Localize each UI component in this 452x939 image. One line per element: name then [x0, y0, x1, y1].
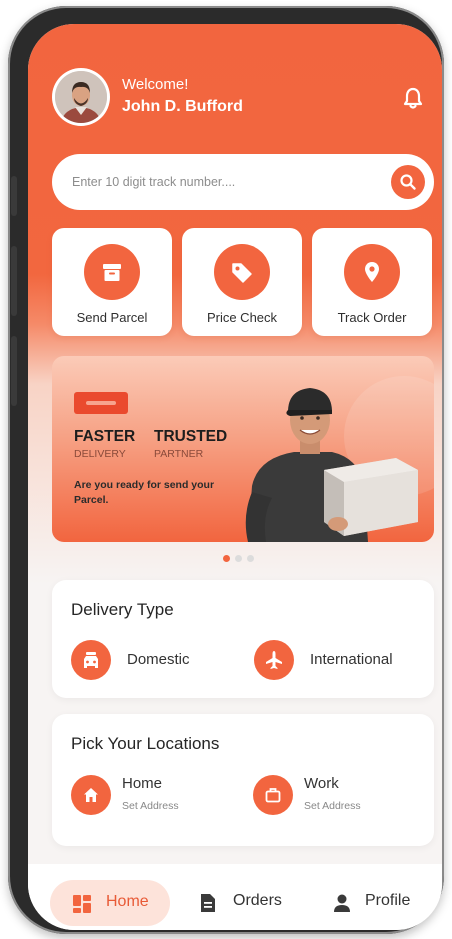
card-title: Pick Your Locations — [71, 734, 220, 753]
price-check-button[interactable]: Price Check — [182, 228, 302, 336]
nav-label: Orders — [233, 892, 282, 909]
track-search-bar[interactable]: Enter 10 digit track number.... — [52, 154, 434, 210]
option-label: Domestic — [127, 651, 190, 668]
option-label: Work — [304, 775, 339, 792]
briefcase-icon — [253, 775, 293, 815]
nav-label: Home — [106, 893, 149, 910]
bell-icon[interactable] — [402, 86, 424, 110]
carousel-dot-active[interactable] — [223, 555, 230, 562]
home-icon — [71, 775, 111, 815]
app-screen: Welcome! John D. Bufford Enter 10 digit … — [28, 24, 442, 930]
avatar[interactable] — [52, 68, 110, 126]
banner-headline: FASTER — [74, 428, 136, 445]
search-icon — [400, 174, 416, 190]
phone-frame: Welcome! John D. Bufford Enter 10 digit … — [8, 6, 444, 934]
plane-icon — [254, 640, 294, 680]
action-label: Send Parcel — [76, 310, 148, 325]
carousel-indicator[interactable] — [223, 555, 254, 562]
banner-text: Are you ready for send your Parcel. — [74, 479, 215, 506]
nav-label: Profile — [365, 892, 411, 909]
promo-badge — [74, 392, 128, 414]
banner-subtext: DELIVERY — [74, 448, 126, 460]
banner-headline: TRUSTED — [154, 428, 228, 445]
grid-icon — [73, 895, 91, 913]
user-icon — [334, 894, 350, 912]
box-icon — [84, 244, 140, 300]
document-icon — [201, 894, 215, 912]
banner-subtext: PARTNER — [154, 448, 204, 460]
track-order-button[interactable]: Track Order — [312, 228, 432, 336]
location-pin-icon — [344, 244, 400, 300]
carousel-dot[interactable] — [247, 555, 254, 562]
delivery-type-card: Delivery Type Domestic International — [52, 580, 434, 698]
action-label: Track Order — [337, 310, 407, 325]
option-subtext: Set Address — [122, 800, 179, 812]
option-label: Home — [122, 775, 163, 792]
welcome-text: Welcome! — [122, 76, 189, 93]
carousel-dot[interactable] — [235, 555, 242, 562]
promo-banner[interactable]: FASTER DELIVERY TRUSTED PARTNER Are you … — [52, 356, 434, 542]
send-parcel-button[interactable]: Send Parcel — [52, 228, 172, 336]
card-title: Delivery Type — [71, 600, 174, 619]
search-button[interactable] — [391, 165, 425, 199]
delivery-man-illustration — [245, 388, 418, 542]
search-input[interactable]: Enter 10 digit track number.... — [72, 175, 235, 189]
option-subtext: Set Address — [304, 800, 361, 812]
side-button — [11, 176, 17, 216]
car-icon — [71, 640, 111, 680]
nav-home[interactable]: Home — [50, 880, 170, 926]
tag-icon — [214, 244, 270, 300]
bottom-navigation: Home Orders Profile — [28, 864, 442, 930]
pick-locations-card: Pick Your Locations Home Set Address Wor… — [52, 714, 434, 846]
side-button — [11, 246, 17, 316]
user-name: John D. Bufford — [122, 98, 243, 115]
side-button — [11, 336, 17, 406]
option-label: International — [310, 651, 393, 668]
action-label: Price Check — [206, 310, 278, 325]
